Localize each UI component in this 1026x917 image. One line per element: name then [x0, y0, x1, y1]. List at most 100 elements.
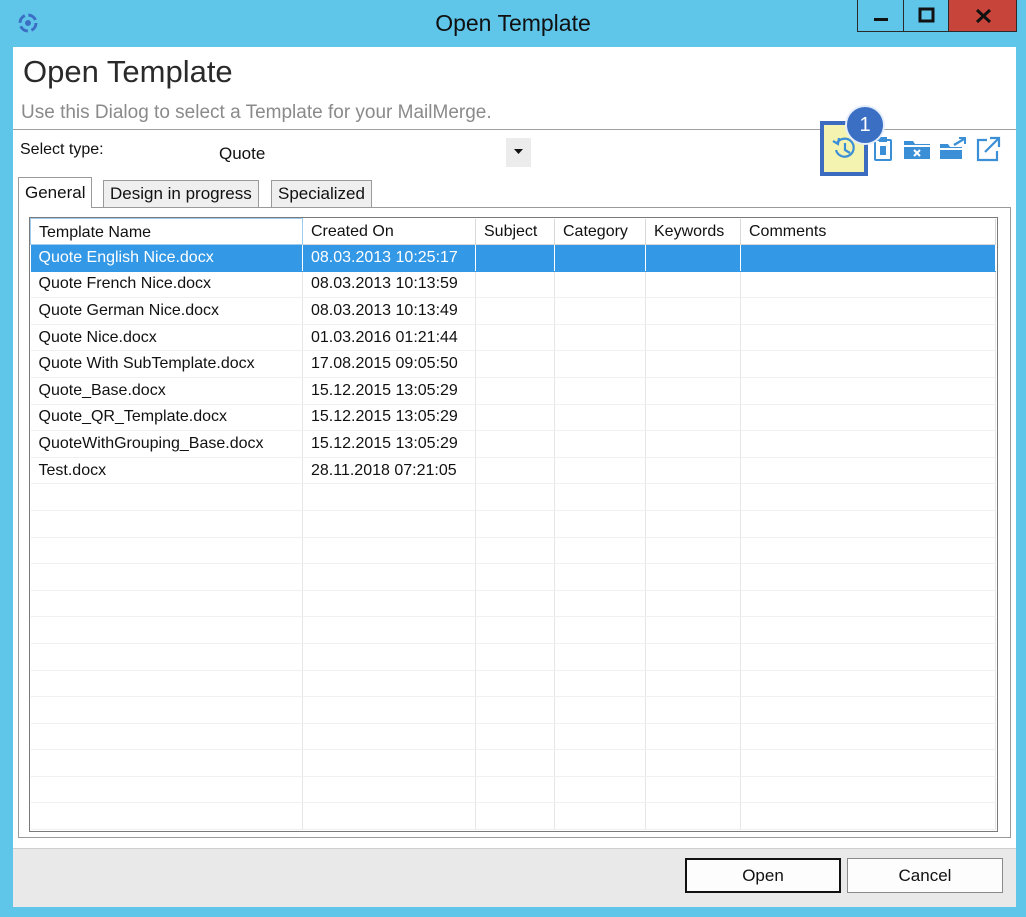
table-cell	[475, 590, 555, 618]
maximize-icon	[918, 7, 935, 23]
table-cell	[30, 483, 303, 511]
table-cell	[475, 430, 555, 458]
table-row[interactable]	[30, 537, 996, 565]
table-row[interactable]	[30, 696, 996, 724]
dialog-description: Use this Dialog to select a Template for…	[21, 102, 492, 123]
cell-template-name: Quote With SubTemplate.docx	[30, 350, 303, 378]
open-button[interactable]: Open	[685, 858, 841, 893]
callout-badge: 1	[845, 105, 885, 145]
table-cell	[475, 404, 555, 432]
table-cell	[30, 563, 303, 591]
column-header-keywords[interactable]: Keywords	[645, 218, 741, 245]
tab-specialized[interactable]: Specialized	[271, 180, 372, 207]
maximize-button[interactable]	[903, 0, 949, 32]
close-button[interactable]	[948, 0, 1017, 32]
table-cell	[645, 377, 741, 405]
table-row[interactable]	[30, 483, 996, 511]
select-type-label: Select type:	[20, 141, 104, 158]
table-cell	[740, 244, 996, 272]
column-header-created-on[interactable]: Created On	[302, 218, 476, 245]
open-external-icon[interactable]	[975, 135, 1001, 163]
cell-created-on: 08.03.2013 10:13:59	[302, 271, 476, 299]
chevron-down-icon	[514, 149, 523, 154]
table-cell	[475, 616, 555, 644]
table-cell	[740, 297, 996, 325]
table-row[interactable]	[30, 749, 996, 777]
table-cell	[475, 749, 555, 777]
template-list[interactable]: Template Name Created On Subject Categor…	[29, 217, 998, 832]
cell-created-on: 17.08.2015 09:05:50	[302, 350, 476, 378]
table-cell	[475, 776, 555, 804]
table-cell	[30, 723, 303, 751]
table-row[interactable]: Test.docx 28.11.2018 07:21:05	[30, 457, 996, 485]
table-cell	[30, 696, 303, 724]
table-cell	[645, 537, 741, 565]
column-header-subject[interactable]: Subject	[475, 218, 555, 245]
table-cell	[740, 350, 996, 378]
table-row[interactable]: Quote French Nice.docx 08.03.2013 10:13:5…	[30, 271, 996, 299]
table-row[interactable]: Quote German Nice.docx 08.03.2013 10:13:4…	[30, 297, 996, 325]
cancel-button[interactable]: Cancel	[847, 858, 1003, 893]
table-cell	[740, 457, 996, 485]
table-row[interactable]: Quote_Base.docx 15.12.2015 13:05:29	[30, 377, 996, 405]
table-cell	[740, 430, 996, 458]
table-cell	[740, 404, 996, 432]
table-row[interactable]	[30, 776, 996, 804]
table-row[interactable]: Quote_QR_Template.docx 15.12.2015 13:05:2…	[30, 404, 996, 432]
open-template-window: Open Template Open Template Use this Dia…	[0, 0, 1026, 917]
table-cell	[554, 749, 646, 777]
table-cell	[475, 377, 555, 405]
cell-template-name: Quote German Nice.docx	[30, 297, 303, 325]
cell-template-name: Quote_QR_Template.docx	[30, 404, 303, 432]
table-cell	[554, 802, 646, 831]
table-cell	[645, 324, 741, 352]
table-cell	[302, 802, 476, 831]
table-row[interactable]	[30, 563, 996, 591]
table-row[interactable]: Quote Nice.docx 01.03.2016 01:21:44	[30, 324, 996, 352]
tab-panel: Template Name Created On Subject Categor…	[18, 207, 1011, 838]
tab-general[interactable]: General	[18, 177, 93, 208]
table-cell	[740, 696, 996, 724]
tab-design-in-progress[interactable]: Design in progress	[103, 180, 259, 207]
dialog-heading: Open Template	[23, 54, 233, 89]
type-dropdown[interactable]: Quote	[208, 138, 531, 168]
table-row[interactable]	[30, 723, 996, 751]
table-row[interactable]: QuoteWithGrouping_Base.docx 15.12.2015 13…	[30, 430, 996, 458]
table-row[interactable]	[30, 590, 996, 618]
table-cell	[554, 244, 646, 272]
table-header-row: Template Name Created On Subject Categor…	[30, 218, 996, 245]
table-row[interactable]	[30, 802, 996, 831]
table-row[interactable]: Quote English Nice.docx 08.03.2013 10:25:…	[30, 244, 996, 272]
table-cell	[554, 324, 646, 352]
table-cell	[475, 696, 555, 724]
column-header-template-name[interactable]: Template Name	[30, 218, 303, 245]
table-cell	[645, 749, 741, 777]
table-cell	[302, 776, 476, 804]
table-cell	[740, 802, 996, 831]
table-cell	[645, 776, 741, 804]
table-row[interactable]	[30, 510, 996, 538]
table-row[interactable]	[30, 616, 996, 644]
column-header-comments[interactable]: Comments	[740, 218, 996, 245]
cell-created-on: 15.12.2015 13:05:29	[302, 404, 476, 432]
table-row[interactable]	[30, 670, 996, 698]
column-header-category[interactable]: Category	[554, 218, 646, 245]
table-cell	[30, 749, 303, 777]
table-row[interactable]: Quote With SubTemplate.docx 17.08.2015 09…	[30, 350, 996, 378]
table-cell	[554, 510, 646, 538]
table-cell	[475, 802, 555, 831]
move-to-folder-icon[interactable]	[938, 135, 968, 163]
table-cell	[302, 483, 476, 511]
table-cell	[30, 776, 303, 804]
remove-folder-icon[interactable]	[902, 135, 932, 163]
table-cell	[645, 297, 741, 325]
table-cell	[475, 297, 555, 325]
table-cell	[645, 350, 741, 378]
dropdown-arrow-button[interactable]	[506, 138, 531, 167]
minimize-button[interactable]	[857, 0, 904, 32]
title-bar[interactable]: Open Template	[0, 0, 1026, 46]
table-cell	[554, 723, 646, 751]
table-cell	[475, 563, 555, 591]
table-row[interactable]	[30, 643, 996, 671]
cell-created-on: 15.12.2015 13:05:29	[302, 377, 476, 405]
